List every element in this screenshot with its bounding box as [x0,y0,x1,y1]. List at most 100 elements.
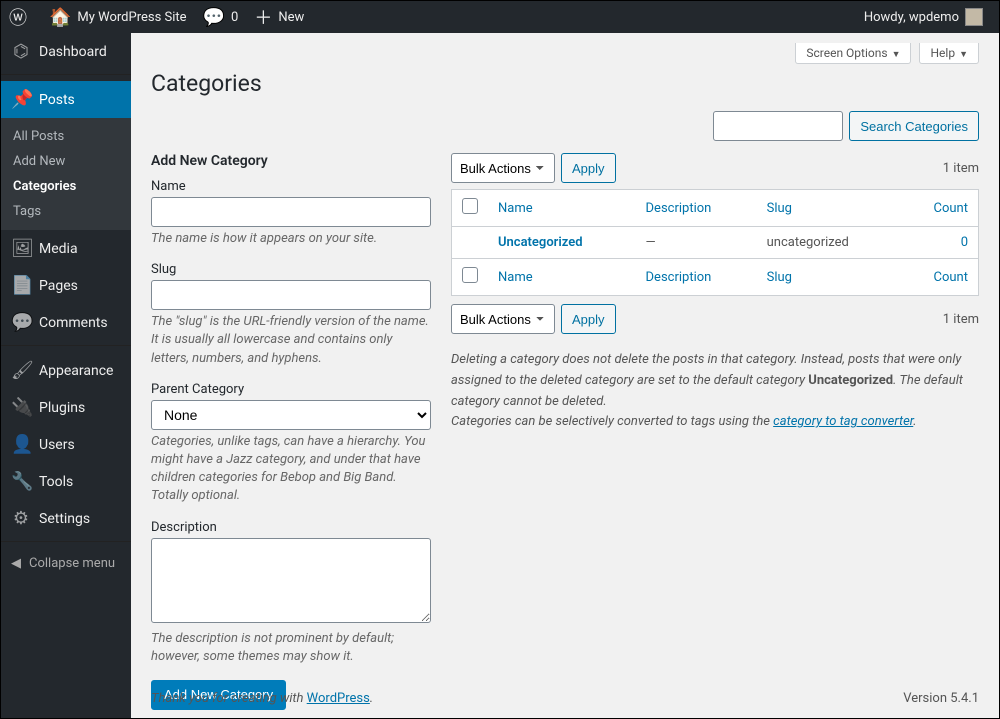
description-hint: The description is not prominent by defa… [151,630,431,666]
site-name-menu[interactable]: 🏠 My WordPress Site [41,1,195,33]
sidebar-item-label: Users [39,437,75,453]
sidebar-item-label: Dashboard [39,44,107,60]
item-count-top: 1 item [943,161,979,176]
howdy-text: Howdy, wpdemo [864,10,959,25]
collapse-label: Collapse menu [29,556,115,571]
parent-field-label: Parent Category [151,382,431,397]
item-count-bottom: 1 item [943,312,979,327]
search-categories-button[interactable]: Search Categories [849,111,979,141]
parent-category-select[interactable]: None [151,400,431,430]
table-row: Uncategorized — uncategorized 0 [452,227,979,259]
sidebar-item-users[interactable]: 👤 Users [1,426,131,463]
chevron-down-icon: ▼ [892,50,901,60]
name-field-label: Name [151,179,431,194]
column-slug-footer[interactable]: Slug [757,259,901,296]
screen-options-tab[interactable]: Screen Options▼ [795,43,911,64]
description-field[interactable] [151,538,431,623]
main-content: Screen Options▼ Help▼ Categories Search … [131,33,999,718]
page-title: Categories [151,70,979,97]
sidebar-item-label: Appearance [39,363,113,379]
select-all-checkbox-bottom[interactable] [462,267,478,283]
name-field[interactable] [151,197,431,227]
slug-field[interactable] [151,280,431,310]
sidebar-item-plugins[interactable]: 🔌 Plugins [1,389,131,426]
wordpress-icon: ⓦ [9,4,27,30]
wordpress-org-link[interactable]: WordPress [307,691,370,706]
admin-sidebar: ⌬ Dashboard 📌 Posts All Posts Add New Cate… [1,33,131,718]
sidebar-item-comments[interactable]: 💬 Comments [1,304,131,341]
select-all-checkbox-top[interactable] [462,198,478,214]
wp-logo-menu[interactable]: ⓦ [1,1,41,33]
collapse-icon: ◀ [11,556,21,571]
media-icon: 🖼 [11,238,31,259]
comments-menu[interactable]: 💬0 [195,1,247,33]
column-name-header[interactable]: Name [488,190,636,227]
category-to-tag-link[interactable]: category to tag converter [773,414,913,429]
collapse-menu-button[interactable]: ◀ Collapse menu [1,548,131,579]
slug-field-label: Slug [151,262,431,277]
new-content-menu[interactable]: ＋New [246,1,312,33]
row-count-link[interactable]: 0 [961,235,968,250]
bulk-actions-select-bottom[interactable]: Bulk Actions [451,304,555,334]
column-count-header[interactable]: Count [901,190,979,227]
description-field-label: Description [151,520,431,535]
column-count-footer[interactable]: Count [901,259,979,296]
categories-table: Name Description Slug Count Uncategorize… [451,189,979,296]
sidebar-item-label: Plugins [39,400,85,416]
row-slug: uncategorized [757,227,901,259]
wrench-icon: 🔧 [11,471,31,492]
gear-icon: ⚙ [11,508,31,529]
sidebar-item-label: Settings [39,511,90,527]
wp-version: Version 5.4.1 [903,691,979,706]
submenu-add-new[interactable]: Add New [1,149,131,174]
column-description-header[interactable]: Description [636,190,757,227]
sidebar-item-pages[interactable]: 📄 Pages [1,267,131,304]
sidebar-item-appearance[interactable]: 🖌 Appearance [1,352,131,389]
sidebar-item-label: Media [39,241,78,257]
sidebar-item-posts[interactable]: 📌 Posts [1,81,131,118]
add-category-heading: Add New Category [151,153,431,169]
home-icon: 🏠 [49,7,71,28]
sidebar-item-media[interactable]: 🖼 Media [1,230,131,267]
plugin-icon: 🔌 [11,397,31,418]
chevron-down-icon: ▼ [959,50,968,60]
admin-footer: Thank you for creating with WordPress. V… [131,679,999,718]
submenu-all-posts[interactable]: All Posts [1,124,131,149]
sidebar-item-label: Pages [39,278,78,294]
sidebar-item-settings[interactable]: ⚙ Settings [1,500,131,537]
dashboard-icon: ⌬ [11,41,31,62]
slug-hint: The "slug" is the URL-friendly version o… [151,313,431,368]
parent-hint: Categories, unlike tags, can have a hier… [151,433,431,506]
bulk-actions-select-top[interactable]: Bulk Actions [451,153,555,183]
submenu-tags[interactable]: Tags [1,199,131,224]
help-tab[interactable]: Help▼ [919,43,979,64]
column-name-footer[interactable]: Name [488,259,636,296]
comment-icon: 💬 [11,312,31,333]
user-icon: 👤 [11,434,31,455]
site-title: My WordPress Site [77,10,186,25]
sidebar-item-label: Tools [39,474,73,490]
admin-toolbar: ⓦ 🏠 My WordPress Site 💬0 ＋New Howdy, wpde… [1,1,999,33]
column-description-footer[interactable]: Description [636,259,757,296]
category-search-input[interactable] [713,111,843,141]
brush-icon: 🖌 [11,360,31,381]
category-note: Deleting a category does not delete the … [451,350,979,433]
posts-submenu: All Posts Add New Categories Tags [1,118,131,230]
name-hint: The name is how it appears on your site. [151,230,431,248]
avatar [965,8,983,26]
bulk-apply-button-bottom[interactable]: Apply [561,304,616,334]
sidebar-item-dashboard[interactable]: ⌬ Dashboard [1,33,131,70]
bulk-apply-button-top[interactable]: Apply [561,153,616,183]
sidebar-item-label: Comments [39,315,108,331]
pin-icon: 📌 [11,89,31,110]
new-label: New [278,10,304,25]
submenu-categories[interactable]: Categories [1,174,131,199]
row-title-link[interactable]: Uncategorized [498,235,583,250]
row-description: — [636,227,757,259]
sidebar-item-label: Posts [39,92,75,108]
account-menu[interactable]: Howdy, wpdemo [856,1,991,33]
page-icon: 📄 [11,275,31,296]
column-slug-header[interactable]: Slug [757,190,901,227]
comment-icon: 💬 [203,7,225,28]
sidebar-item-tools[interactable]: 🔧 Tools [1,463,131,500]
